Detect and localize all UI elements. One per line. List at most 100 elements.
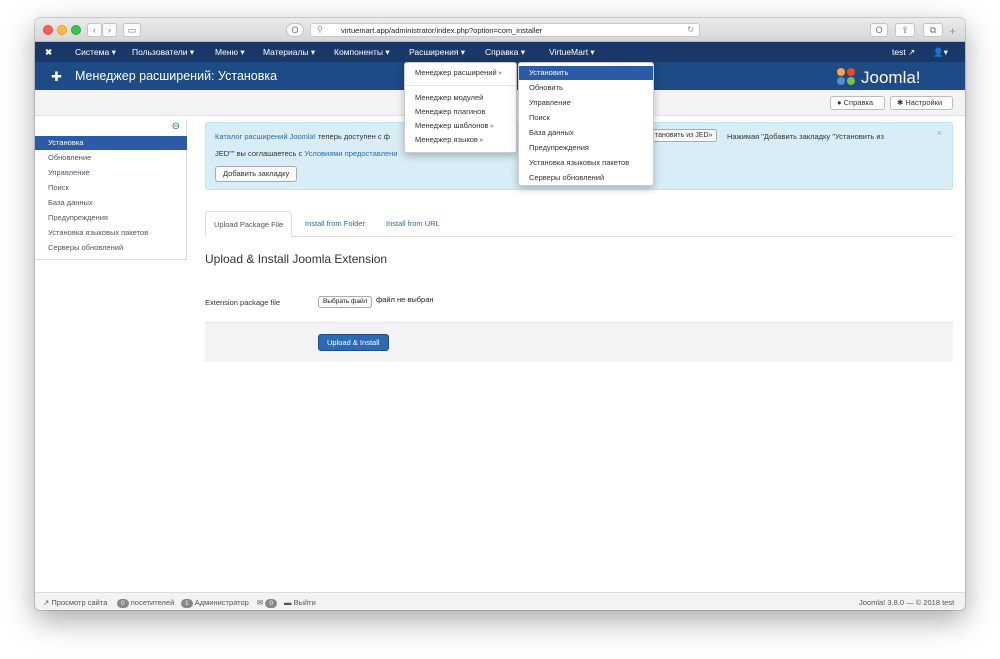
external-link-icon: ↗ (43, 598, 50, 607)
logout-link[interactable]: ▬ Выйти (284, 598, 316, 607)
joomla-logo-text: Joomla! (861, 68, 921, 87)
admins-badge: 1 (181, 599, 193, 608)
close-window-icon[interactable] (43, 25, 53, 35)
submenu-languages[interactable]: Установка языковых пакетов (519, 156, 653, 170)
external-link-icon: ↗ (908, 47, 916, 57)
sidebar-item-update-sites[interactable]: Серверы обновлений (35, 241, 187, 255)
page-title: Менеджер расширений: Установка (75, 69, 278, 83)
user-menu-icon[interactable]: 👤▾ (933, 47, 948, 58)
sidebar-item-database[interactable]: База данных (35, 196, 187, 210)
sidebar-item-languages[interactable]: Установка языковых пакетов (35, 226, 187, 240)
mail-icon: ✉ (257, 598, 264, 607)
menu-item-label: Менеджер шаблонов (415, 121, 489, 130)
menu-divider (405, 85, 516, 86)
back-button[interactable]: ‹ (87, 23, 102, 37)
joomla-mini-logo-icon[interactable]: ✖ (45, 47, 52, 58)
admin-menu-bar: ✖ Система ▾ Пользователи ▾ Меню ▾ Матери… (35, 42, 965, 62)
menu-virtuemart[interactable]: VirtueMart ▾ (549, 47, 595, 58)
new-tab-icon[interactable]: + (949, 24, 956, 38)
gear-icon: ✱ (897, 98, 904, 107)
alert-line-2: JED"" вы соглашаетесь с Условиями предос… (215, 149, 397, 158)
reload-icon[interactable]: ↻ (687, 25, 694, 34)
menu-users[interactable]: Пользователи ▾ (132, 47, 194, 58)
address-bar[interactable]: ⚲ virtuemart.app/administrator/index.php… (310, 23, 700, 37)
logout-label: Выйти (293, 598, 316, 607)
messages-status[interactable]: ✉ 0 (257, 598, 278, 608)
puzzle-icon: ✚ (51, 69, 62, 84)
form-actions: Upload & Install (205, 322, 953, 362)
visitors-label: посетителей (130, 598, 175, 607)
menu-components[interactable]: Компоненты ▾ (334, 47, 390, 58)
minimize-window-icon[interactable] (57, 25, 67, 35)
submenu-manage[interactable]: Управление (519, 96, 653, 110)
sidebar-item-install[interactable]: Установка (35, 136, 187, 150)
chevron-right-icon: ▸ (479, 135, 484, 144)
jed-link[interactable]: Каталог расширений Joomla! (215, 132, 316, 141)
opera-icon[interactable]: O (286, 23, 304, 37)
menu-item-template-manager[interactable]: Менеджер шаблонов ▸ (405, 119, 516, 133)
extensions-dropdown: Менеджер расширений ▸ Менеджер модулей М… (404, 62, 517, 153)
choose-file-button[interactable]: Выбрать файл (318, 296, 373, 308)
upload-install-button[interactable]: Upload & Install (318, 334, 389, 351)
form-heading: Upload & Install Joomla Extension (205, 252, 388, 266)
share-icon[interactable]: ⇪ (895, 23, 915, 37)
chevron-right-icon: ▸ (498, 68, 503, 77)
alert-text-1: теперь доступен с ф (317, 132, 390, 141)
tab-install-url[interactable]: Install from URL (378, 211, 448, 237)
submenu-database[interactable]: База данных (519, 126, 653, 140)
submenu-warnings[interactable]: Предупреждения (519, 141, 653, 155)
menu-help[interactable]: Справка ▾ (485, 47, 525, 58)
forward-button[interactable]: › (102, 23, 117, 37)
install-from-jed-button[interactable]: тановить из JED» (650, 129, 718, 142)
alert-text-3: JED"" вы соглашаетесь с (215, 149, 303, 158)
submenu-discover[interactable]: Поиск (519, 111, 653, 125)
options-label: Настройки (905, 98, 943, 107)
submenu-update[interactable]: Обновить (519, 81, 653, 95)
tab-upload-package[interactable]: Upload Package File (205, 211, 293, 237)
version-text: Joomla! 3.8.0 — © 2018 test (859, 598, 955, 607)
menu-menus[interactable]: Меню ▾ (215, 47, 245, 58)
tab-install-folder[interactable]: Install from Folder (297, 211, 373, 237)
user-name: test (892, 47, 906, 57)
extension-manager-submenu: Установить Обновить Управление Поиск Баз… (518, 62, 654, 186)
view-site-label: Просмотр сайта (51, 598, 108, 607)
menu-item-label: Менеджер расширений (415, 68, 497, 77)
menu-item-plugin-manager[interactable]: Менеджер плагинов (405, 105, 516, 119)
menu-item-extension-manager[interactable]: Менеджер расширений ▸ (405, 66, 516, 80)
submenu-update-sites[interactable]: Серверы обновлений (519, 171, 653, 185)
sidebar-toggle-icon[interactable]: ▭ (123, 23, 141, 37)
file-status: файл не выбран (376, 295, 434, 304)
menu-item-language-manager[interactable]: Менеджер языков ▸ (405, 133, 516, 147)
user-site-link[interactable]: test ↗ (892, 47, 915, 58)
tabs-overview-icon[interactable]: ⧉ (923, 23, 943, 37)
install-tabs: Upload Package File Install from Folder … (205, 211, 953, 237)
close-alert-icon[interactable]: × (937, 128, 942, 138)
sidebar-item-discover[interactable]: Поиск (35, 181, 187, 195)
menu-content[interactable]: Материалы ▾ (263, 47, 315, 58)
question-icon: ● (837, 98, 842, 107)
menu-system[interactable]: Система ▾ (75, 47, 116, 58)
sidebar-item-warnings[interactable]: Предупреждения (35, 211, 187, 225)
menu-item-label: Менеджер языков (415, 135, 478, 144)
extension-file-label: Extension package file (205, 298, 281, 307)
submenu-install[interactable]: Установить (519, 66, 653, 80)
joomla-logo: Joomla! (837, 68, 921, 87)
help-label: Справка (843, 98, 874, 107)
tos-link[interactable]: Условиями предоставлени (304, 149, 397, 158)
view-site-link[interactable]: ↗ Просмотр сайта (43, 598, 107, 607)
alert-text-2: Нажимая "Добавить закладку "Установить и… (727, 132, 884, 141)
browser-titlebar: ‹ › ▭ O ⚲ virtuemart.app/administrator/i… (35, 18, 965, 42)
menu-item-module-manager[interactable]: Менеджер модулей (405, 91, 516, 105)
zoom-window-icon[interactable] (71, 25, 81, 35)
sidebar-item-manage[interactable]: Управление (35, 166, 187, 180)
help-button[interactable]: ● Справка (830, 96, 885, 110)
add-bookmark-button[interactable]: Добавить закладку (215, 166, 298, 182)
menu-extensions[interactable]: Расширения ▾ (409, 47, 465, 58)
chevron-right-icon: ▸ (490, 121, 495, 130)
options-button[interactable]: ✱ Настройки (890, 96, 953, 110)
visitors-status: 0 посетителей (117, 598, 174, 608)
sidebar-item-update[interactable]: Обновление (35, 151, 187, 165)
alert-line-1: Каталог расширений Joomla! теперь доступ… (215, 132, 390, 141)
collapse-sidebar-icon[interactable]: ⊖ (172, 121, 180, 132)
opera-menu-icon[interactable]: O (870, 23, 888, 37)
